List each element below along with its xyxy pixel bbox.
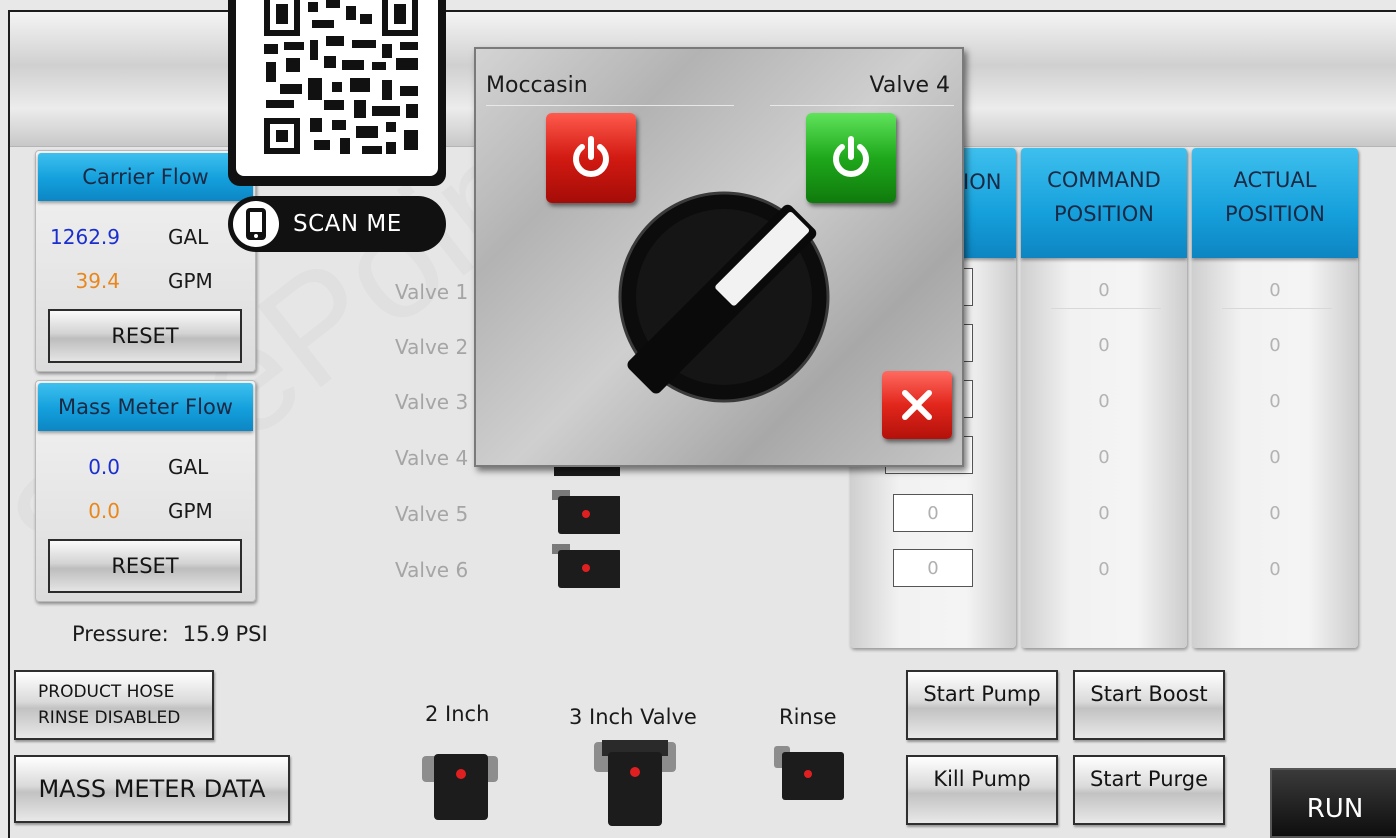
actual-value-6: 0 bbox=[1269, 559, 1281, 580]
row-divider bbox=[1222, 308, 1332, 309]
product-hose-rinse-button[interactable]: PRODUCT HOSE RINSE DISABLED bbox=[14, 670, 214, 740]
pressure-unit: PSI bbox=[235, 622, 268, 646]
carrier-reset-button[interactable]: RESET bbox=[48, 309, 242, 363]
command-value-1: 0 bbox=[1098, 280, 1110, 301]
command-value-6: 0 bbox=[1098, 559, 1110, 580]
mass-meter-flow-title: Mass Meter Flow bbox=[38, 383, 253, 431]
actual-position-column: ACTUAL POSITION 0 0 0 0 0 0 bbox=[1192, 148, 1358, 648]
valve-2-label: Valve 2 bbox=[395, 335, 469, 359]
mass-volume-unit: GAL bbox=[168, 455, 209, 479]
actual-header-line2: POSITION bbox=[1225, 202, 1325, 226]
command-value-2: 0 bbox=[1098, 335, 1110, 356]
carrier-volume-value: 1262.9 bbox=[50, 225, 120, 249]
kill-pump-button[interactable]: Kill Pump bbox=[906, 755, 1058, 825]
carrier-volume-unit: GAL bbox=[168, 225, 209, 249]
dialog-title-rule-right bbox=[770, 105, 954, 106]
command-header-line2: POSITION bbox=[1054, 202, 1154, 226]
hose-button-line2: RINSE DISABLED bbox=[38, 708, 181, 728]
start-boost-button[interactable]: Start Boost bbox=[1073, 670, 1225, 740]
mass-reset-button[interactable]: RESET bbox=[48, 539, 242, 593]
actual-value-3: 0 bbox=[1269, 391, 1281, 412]
three-inch-valve-icon[interactable] bbox=[592, 738, 678, 828]
command-position-header: COMMAND POSITION bbox=[1021, 148, 1187, 258]
position-input-6[interactable]: 0 bbox=[893, 549, 973, 587]
rinse-valve-icon[interactable] bbox=[772, 742, 846, 804]
command-value-4: 0 bbox=[1098, 447, 1110, 468]
two-inch-label: 2 Inch bbox=[425, 702, 490, 726]
selector-switch-knob[interactable] bbox=[616, 189, 832, 405]
command-position-column: COMMAND POSITION 0 0 0 0 0 0 bbox=[1021, 148, 1187, 648]
power-icon bbox=[573, 136, 609, 177]
valve-4-label: Valve 4 bbox=[395, 446, 469, 470]
valve-5-label: Valve 5 bbox=[395, 502, 469, 526]
actual-header-line1: ACTUAL bbox=[1233, 168, 1317, 192]
valve-6-icon[interactable] bbox=[550, 542, 620, 588]
dialog-title-right: Valve 4 bbox=[869, 73, 950, 98]
qr-code-icon[interactable] bbox=[236, 0, 438, 176]
valve-6-label: Valve 6 bbox=[395, 558, 469, 582]
start-purge-button[interactable]: Start Purge bbox=[1073, 755, 1225, 825]
mass-meter-data-button[interactable]: MASS METER DATA bbox=[14, 755, 290, 823]
command-value-5: 0 bbox=[1098, 503, 1110, 524]
carrier-flow-panel: Carrier Flow 1262.9 GAL 39.4 GPM RESET bbox=[35, 150, 256, 372]
valve-5-icon[interactable] bbox=[550, 488, 620, 534]
actual-value-1: 0 bbox=[1269, 280, 1281, 301]
actual-value-2: 0 bbox=[1269, 335, 1281, 356]
pressure-label: Pressure: bbox=[72, 622, 169, 646]
carrier-rate-value: 39.4 bbox=[75, 269, 120, 293]
row-divider bbox=[1051, 308, 1161, 309]
power-icon bbox=[833, 136, 869, 177]
pressure-value: 15.9 bbox=[182, 622, 230, 646]
pressure-readout: Pressure: 15.9 PSI bbox=[72, 622, 282, 646]
valve-3-label: Valve 3 bbox=[395, 390, 469, 414]
close-dialog-button[interactable] bbox=[882, 371, 952, 439]
mass-meter-flow-panel: Mass Meter Flow 0.0 GAL 0.0 GPM RESET bbox=[35, 380, 256, 602]
phone-icon bbox=[246, 208, 266, 240]
three-inch-valve-label: 3 Inch Valve bbox=[569, 705, 697, 729]
valve-control-dialog: Moccasin Valve 4 bbox=[474, 47, 964, 467]
dialog-title-left: Moccasin bbox=[486, 73, 588, 98]
carrier-flow-title: Carrier Flow bbox=[38, 153, 253, 201]
actual-value-5: 0 bbox=[1269, 503, 1281, 524]
close-icon bbox=[902, 390, 932, 420]
mass-rate-unit: GPM bbox=[168, 499, 213, 523]
carrier-rate-unit: GPM bbox=[168, 269, 213, 293]
valve-1-label: Valve 1 bbox=[395, 280, 469, 304]
mass-volume-value: 0.0 bbox=[88, 455, 120, 479]
hmi-screen: SurePoint Carrier Flow 1262.9 GAL 39.4 G… bbox=[0, 0, 1396, 838]
start-pump-button[interactable]: Start Pump bbox=[906, 670, 1058, 740]
two-inch-valve-icon[interactable] bbox=[420, 750, 500, 822]
qr-code-card bbox=[228, 0, 446, 186]
scan-me-label: SCAN ME bbox=[293, 211, 402, 237]
scan-me-badge[interactable]: SCAN ME bbox=[228, 196, 446, 252]
rinse-label: Rinse bbox=[779, 705, 837, 729]
actual-value-4: 0 bbox=[1269, 447, 1281, 468]
command-header-line1: COMMAND bbox=[1047, 168, 1161, 192]
qr-code-background bbox=[236, 0, 438, 176]
mass-rate-value: 0.0 bbox=[88, 499, 120, 523]
phone-icon-circle bbox=[233, 201, 279, 247]
hose-button-line1: PRODUCT HOSE bbox=[38, 682, 175, 702]
position-column-header-text: ION bbox=[963, 170, 1002, 194]
command-value-3: 0 bbox=[1098, 391, 1110, 412]
dialog-title-rule-left bbox=[486, 105, 734, 106]
actual-position-header: ACTUAL POSITION bbox=[1192, 148, 1358, 258]
run-button[interactable]: RUN bbox=[1270, 768, 1396, 838]
position-input-5[interactable]: 0 bbox=[893, 494, 973, 532]
